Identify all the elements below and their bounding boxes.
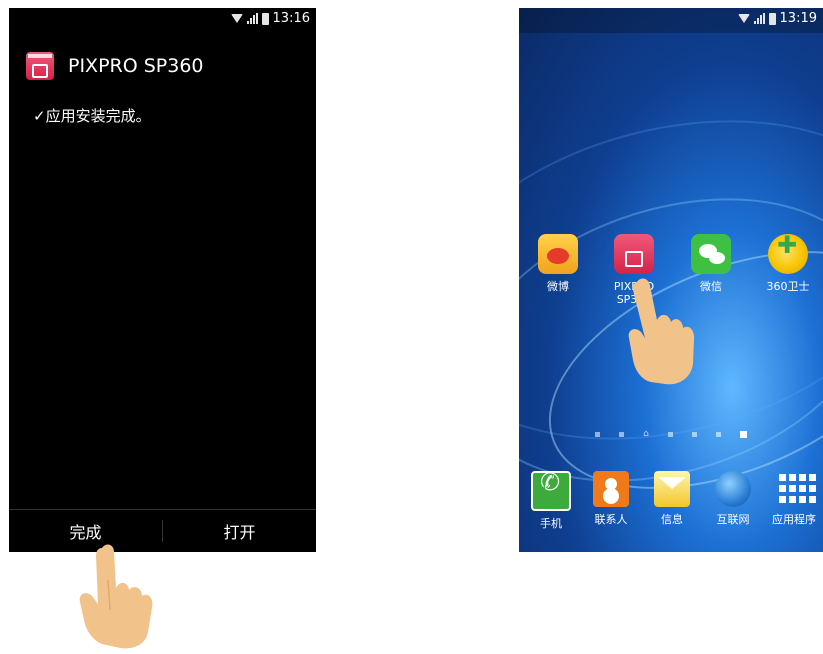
install-complete-screen: 13:16 PIXPRO SP360 ✓应用安装完成。 完成 打开 (9, 8, 316, 552)
wifi-icon (737, 14, 750, 23)
battery-icon (768, 12, 776, 25)
pixpro-icon (26, 52, 54, 80)
app-header: PIXPRO SP360 (26, 52, 204, 80)
globe-icon (715, 471, 751, 507)
wifi-icon (230, 14, 243, 23)
security-360-icon (768, 234, 808, 274)
open-button[interactable]: 打开 (163, 510, 316, 552)
tap-hand-icon (628, 278, 695, 385)
app-label: 微博 (547, 280, 569, 293)
wechat-icon (691, 234, 731, 274)
status-time: 13:19 (779, 11, 817, 26)
status-bar: 13:19 (519, 8, 823, 30)
app-360-security[interactable]: 360卫士 (753, 234, 823, 293)
dock-messages[interactable]: 信息 (637, 471, 707, 526)
pixpro-icon (614, 234, 654, 274)
tap-hand-icon (79, 544, 153, 649)
signal-icon (246, 13, 258, 24)
phone-icon (531, 471, 571, 511)
dock-label: 互联网 (716, 513, 750, 526)
app-weibo[interactable]: 微博 (523, 234, 593, 293)
dock-apps[interactable]: 应用程序 (759, 471, 823, 526)
battery-icon (261, 12, 269, 25)
install-complete-message: ✓应用安装完成。 (33, 107, 151, 125)
app-title: PIXPRO SP360 (68, 55, 204, 77)
weibo-icon (538, 234, 578, 274)
page-indicator[interactable]: ⌂ (519, 429, 823, 439)
app-label: 360卫士 (766, 280, 810, 293)
apps-grid-icon (776, 471, 816, 507)
home-screen: 13:19 微博 PIXPRO SP360 微信 360卫士 ⌂ 手机 联系人 … (519, 8, 823, 552)
dock-label: 联系人 (594, 513, 628, 526)
dock-contacts[interactable]: 联系人 (576, 471, 646, 526)
dock-internet[interactable]: 互联网 (698, 471, 768, 526)
status-bar: 13:16 (9, 8, 316, 30)
dock-label: 信息 (661, 513, 683, 526)
messages-icon (654, 471, 690, 507)
dock-label: 应用程序 (772, 513, 816, 526)
signal-icon (753, 13, 765, 24)
contacts-icon (593, 471, 629, 507)
status-time: 13:16 (272, 11, 310, 26)
